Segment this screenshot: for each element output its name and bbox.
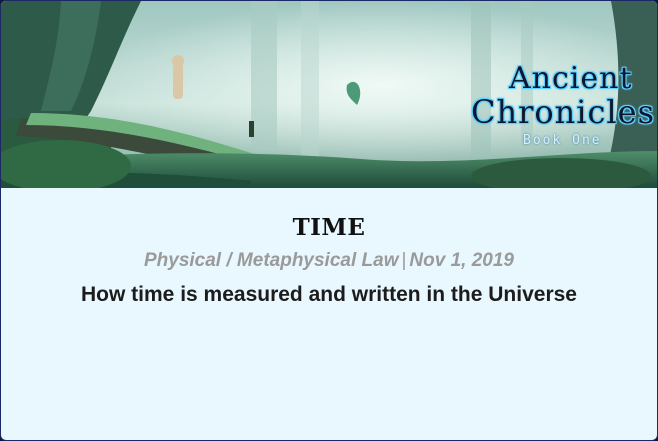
- ancient-chronicles-logo: Ancient Chronicles Book One: [467, 59, 657, 159]
- post-meta: Physical / Metaphysical Law | Nov 1, 2019: [1, 250, 657, 272]
- post-title[interactable]: TIME: [1, 214, 657, 241]
- logo-line-ancient: Ancient: [509, 61, 633, 96]
- meta-separator: |: [401, 250, 407, 271]
- banner-image[interactable]: Ancient Chronicles Book One: [1, 1, 657, 188]
- post-date: Nov 1, 2019: [409, 250, 514, 271]
- logo-subtitle: Book One: [523, 133, 602, 148]
- post-card[interactable]: Ancient Chronicles Book One TIME Physica…: [0, 0, 658, 441]
- post-summary: TIME Physical / Metaphysical Law | Nov 1, …: [1, 188, 657, 307]
- post-description: How time is measured and written in the …: [81, 283, 577, 306]
- logo-line-chronicles: Chronicles: [471, 93, 656, 131]
- post-category[interactable]: Physical / Metaphysical Law: [144, 250, 399, 271]
